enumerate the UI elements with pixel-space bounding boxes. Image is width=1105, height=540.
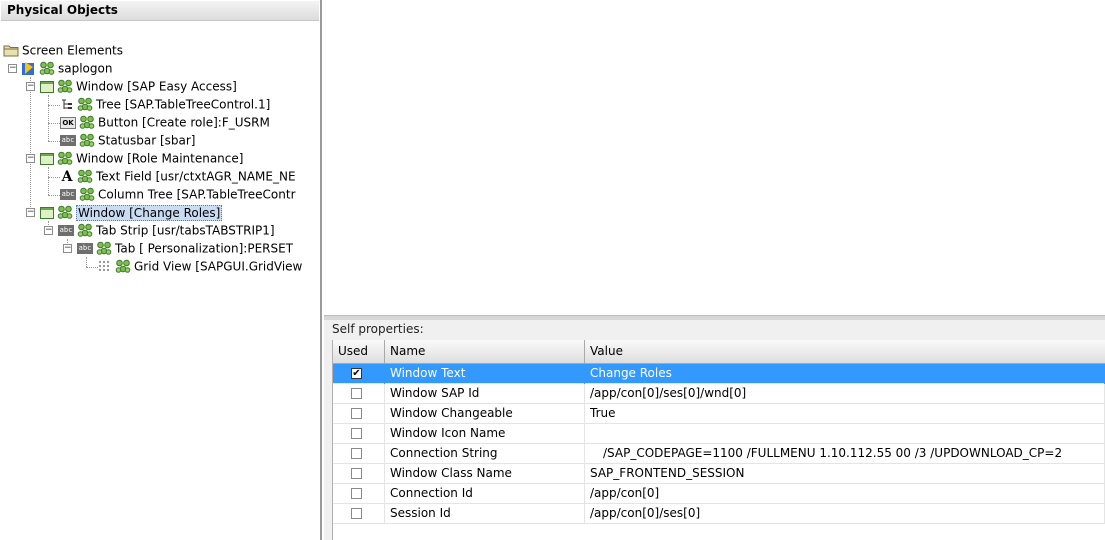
table-row[interactable]: Connection String /SAP_CODEPAGE=1100 /FU…	[333, 444, 1105, 464]
property-name: Connection Id	[385, 484, 585, 504]
table-row[interactable]: Session Id /app/con[0]/ses[0]	[333, 504, 1105, 524]
tree-node-tree-control[interactable]: Tree [SAP.TableTreeControl.1]	[60, 95, 270, 113]
folder-icon	[3, 44, 19, 57]
property-value: /app/con[0]	[585, 484, 1105, 504]
table-row[interactable]: Window Icon Name	[333, 424, 1105, 444]
used-checkbox[interactable]	[351, 428, 362, 439]
collapse-toggle-window-easy-access[interactable]: −	[26, 82, 35, 91]
object-group-icon	[79, 133, 95, 148]
used-checkbox[interactable]	[351, 508, 362, 519]
physical-objects-panel: Physical Objects Screen Elements − saplo…	[0, 0, 322, 540]
property-value: /app/con[0]/ses[0]/wnd[0]	[585, 384, 1105, 404]
property-value: /SAP_CODEPAGE=1100 /FULLMENU 1.10.112.55…	[585, 444, 1105, 464]
tree-node-screen-elements[interactable]: Screen Elements	[3, 41, 123, 59]
window-icon	[40, 152, 54, 165]
object-group-icon	[39, 61, 55, 76]
properties-panel: Self properties: Used Name Value ✔ Windo…	[324, 320, 1105, 540]
tree-node-statusbar[interactable]: abc Statusbar [sbar]	[60, 131, 195, 149]
tree-node-grid-view[interactable]: Grid View [SAPGUI.GridView	[98, 257, 302, 275]
tree-node-tab[interactable]: abc Tab [ Personalization]:PERSET	[77, 239, 293, 257]
column-header-used[interactable]: Used	[333, 340, 385, 364]
property-value: Change Roles	[585, 364, 1105, 384]
column-header-name[interactable]: Name	[385, 340, 585, 364]
table-row[interactable]: ✔ Window Text Change Roles	[333, 364, 1105, 384]
column-header-value[interactable]: Value	[585, 340, 1105, 364]
object-group-icon	[79, 115, 95, 130]
property-name: Window SAP Id	[385, 384, 585, 404]
property-value: True	[585, 404, 1105, 424]
property-name: Window Icon Name	[385, 424, 585, 444]
collapse-toggle-saplogon[interactable]: −	[8, 64, 17, 73]
preview-area	[324, 0, 1105, 315]
text-label-icon: abc	[60, 189, 76, 200]
text-label-icon: abc	[58, 225, 74, 236]
property-name: Window Changeable	[385, 404, 585, 424]
tree-node-window-change-roles[interactable]: Window [Change Roles]	[40, 203, 223, 221]
grid-header: Used Name Value	[333, 340, 1105, 364]
used-checkbox[interactable]	[351, 388, 362, 399]
used-checkbox[interactable]	[351, 448, 362, 459]
object-group-icon	[79, 187, 95, 202]
tree-node-text-field[interactable]: A Text Field [usr/ctxtAGR_NAME_NE	[60, 167, 296, 185]
tree-control-icon	[60, 98, 74, 112]
table-row[interactable]: Connection Id /app/con[0]	[333, 484, 1105, 504]
used-checkbox[interactable]	[351, 408, 362, 419]
grid-view-icon	[98, 260, 112, 274]
property-value	[585, 424, 1105, 444]
table-row[interactable]: Window Class Name SAP_FRONTEND_SESSION	[333, 464, 1105, 484]
property-name: Session Id	[385, 504, 585, 524]
tree-node-window-role-maintenance[interactable]: Window [Role Maintenance]	[40, 149, 243, 167]
text-label-icon: abc	[77, 243, 93, 254]
object-group-icon	[57, 79, 73, 94]
self-properties-label: Self properties:	[332, 322, 424, 336]
object-group-icon	[115, 259, 131, 274]
tree-node-button[interactable]: OK Button [Create role]:F_USRM	[60, 113, 270, 131]
property-name: Window Class Name	[385, 464, 585, 484]
object-group-icon	[96, 241, 112, 256]
app-icon	[21, 61, 36, 76]
collapse-toggle-window-role-maintenance[interactable]: −	[26, 154, 35, 163]
property-value: SAP_FRONTEND_SESSION	[585, 464, 1105, 484]
properties-grid: Used Name Value ✔ Window Text Change Rol…	[332, 340, 1105, 540]
window-icon	[40, 206, 54, 219]
text-field-icon: A	[61, 168, 73, 185]
object-group-icon	[57, 151, 73, 166]
tree-node-tab-strip[interactable]: abc Tab Strip [usr/tabsTABSTRIP1]	[58, 221, 275, 239]
table-row[interactable]: Window SAP Id /app/con[0]/ses[0]/wnd[0]	[333, 384, 1105, 404]
object-group-icon	[77, 97, 93, 112]
text-label-icon: abc	[60, 135, 76, 146]
object-group-icon	[77, 169, 93, 184]
collapse-toggle-tab[interactable]: −	[63, 244, 72, 253]
window-icon	[40, 80, 54, 93]
tree-node-saplogon[interactable]: saplogon	[21, 59, 112, 77]
collapse-toggle-window-change-roles[interactable]: −	[26, 208, 35, 217]
used-checkbox[interactable]	[351, 468, 362, 479]
property-name: Connection String	[385, 444, 585, 464]
tree-node-window-easy-access[interactable]: Window [SAP Easy Access]	[40, 77, 237, 95]
table-row[interactable]: Window Changeable True	[333, 404, 1105, 424]
property-value: /app/con[0]/ses[0]	[585, 504, 1105, 524]
object-group-icon	[77, 223, 93, 238]
tree-node-column-tree[interactable]: abc Column Tree [SAP.TableTreeContr	[60, 185, 296, 203]
used-checkbox[interactable]: ✔	[351, 368, 362, 379]
panel-title: Physical Objects	[1, 1, 319, 21]
property-name: Window Text	[385, 364, 585, 384]
button-icon: OK	[60, 116, 76, 129]
used-checkbox[interactable]	[351, 488, 362, 499]
object-group-icon	[57, 205, 73, 220]
collapse-toggle-tab-strip[interactable]: −	[44, 226, 53, 235]
